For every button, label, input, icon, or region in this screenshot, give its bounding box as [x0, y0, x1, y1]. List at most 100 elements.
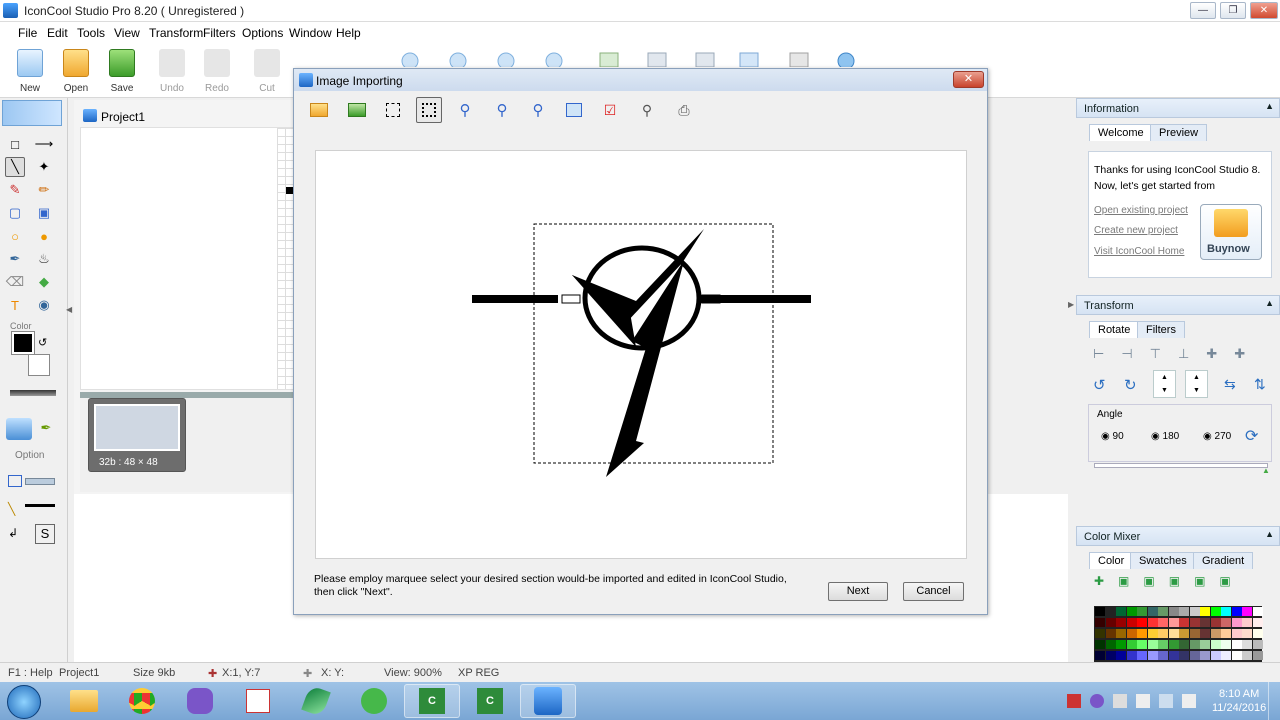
check-icon[interactable]: ☑: [597, 97, 623, 123]
marquee-tool-icon[interactable]: □: [5, 134, 25, 154]
color-swatch[interactable]: [1210, 629, 1221, 638]
image-preview-area[interactable]: [315, 150, 967, 559]
tab-swatches[interactable]: Swatches: [1130, 552, 1196, 569]
color-swatch[interactable]: [1200, 629, 1210, 638]
color-swatch[interactable]: [1189, 618, 1200, 627]
line-width-slider[interactable]: [10, 390, 56, 396]
taskbar-iconcool-icon[interactable]: [520, 684, 576, 718]
palette-tool-icon[interactable]: [6, 418, 32, 440]
color-swatch[interactable]: [1242, 640, 1252, 649]
filled-ellipse-icon[interactable]: ●: [34, 226, 54, 246]
color-swatch[interactable]: [1158, 651, 1168, 660]
color-swatch[interactable]: [1189, 651, 1200, 660]
undo-button[interactable]: Undo: [150, 49, 194, 94]
color-swatch[interactable]: [1105, 640, 1116, 649]
color-swatch[interactable]: [1095, 640, 1105, 649]
option-rect-icon[interactable]: [8, 475, 22, 487]
color-swatch[interactable]: [1252, 640, 1263, 649]
color-swatch[interactable]: [1252, 629, 1263, 638]
tab-welcome[interactable]: Welcome: [1089, 124, 1153, 141]
color-swatch[interactable]: [1126, 607, 1137, 616]
angle-270-radio[interactable]: ◉ 270: [1203, 431, 1231, 442]
menu-view[interactable]: View: [114, 26, 140, 40]
magic-wand-icon[interactable]: ✦: [34, 157, 54, 177]
ellipse-icon[interactable]: ○: [5, 226, 25, 246]
tray-viber-icon[interactable]: [1090, 694, 1104, 708]
color-swatch[interactable]: [1095, 618, 1105, 627]
fill-bucket-icon[interactable]: ♨: [34, 249, 54, 269]
color-swatch[interactable]: [1137, 651, 1147, 660]
close-button[interactable]: ✕: [1250, 2, 1278, 19]
transform-header[interactable]: Transform ▲: [1076, 295, 1280, 315]
tray-app-icon[interactable]: [1113, 694, 1127, 708]
color-swatch[interactable]: [1105, 629, 1116, 638]
color-swatch[interactable]: [1210, 607, 1221, 616]
color-swatch[interactable]: [1242, 607, 1252, 616]
information-header[interactable]: Information ▲: [1076, 98, 1280, 118]
color-swatch[interactable]: [1221, 629, 1231, 638]
dropper-tool-icon[interactable]: ✒: [36, 418, 56, 438]
color-swatch[interactable]: [1189, 607, 1200, 616]
color-swatch[interactable]: [1137, 640, 1147, 649]
pencil-icon[interactable]: ✎: [5, 180, 25, 200]
menu-tools[interactable]: Tools: [77, 26, 105, 40]
zoom-in-icon[interactable]: ⚲: [452, 97, 478, 123]
color-swatch[interactable]: [1095, 607, 1105, 616]
tray-usb-icon[interactable]: [1136, 694, 1150, 708]
option-thickness-icon[interactable]: [25, 504, 55, 507]
eraser-icon[interactable]: ⌫: [5, 272, 25, 292]
color-swatch[interactable]: [1179, 651, 1189, 660]
open-existing-project-link[interactable]: Open existing project: [1094, 205, 1188, 216]
gem-icon[interactable]: ◆: [34, 272, 54, 292]
color-swatch[interactable]: [1189, 640, 1200, 649]
color-swatch[interactable]: [1252, 618, 1263, 627]
print-icon[interactable]: ⎙: [671, 97, 697, 123]
color-swatch[interactable]: [1095, 651, 1105, 660]
tray-network-icon[interactable]: [1159, 694, 1173, 708]
color-swatch[interactable]: [1105, 651, 1116, 660]
angle-180-radio[interactable]: ◉ 180: [1151, 431, 1179, 442]
color-swatch[interactable]: [1221, 618, 1231, 627]
rotate-left-icon[interactable]: ↺: [1093, 376, 1106, 394]
color-mixer-header[interactable]: Color Mixer ▲: [1076, 526, 1280, 546]
color-swatch[interactable]: [1200, 651, 1210, 660]
rotate-right-icon[interactable]: ↻: [1124, 376, 1137, 394]
swatch-grid[interactable]: [1094, 606, 1263, 662]
menu-window[interactable]: Window: [289, 26, 332, 40]
color-swatch[interactable]: [1095, 629, 1105, 638]
taskbar-app-icon[interactable]: [230, 684, 286, 718]
color-swatch[interactable]: [1168, 640, 1179, 649]
color-swatch[interactable]: [1231, 607, 1242, 616]
color-swatch[interactable]: [1105, 618, 1116, 627]
color-swatch[interactable]: [1158, 607, 1168, 616]
move-tool-icon[interactable]: ⟶: [34, 134, 54, 154]
taskbar-explorer-icon[interactable]: [56, 684, 112, 718]
color-swatch[interactable]: [1231, 629, 1242, 638]
color-swatch[interactable]: [1137, 629, 1147, 638]
color-swatch[interactable]: [1242, 629, 1252, 638]
align-icons-row[interactable]: ⊢⊣⊤⊥✚✚: [1093, 346, 1262, 362]
save-button[interactable]: Save: [100, 49, 144, 94]
angle-90-radio[interactable]: ◉ 90: [1101, 431, 1124, 442]
color-swatch[interactable]: [1179, 607, 1189, 616]
color-swatch[interactable]: [1252, 607, 1263, 616]
maximize-button[interactable]: ❐: [1220, 2, 1246, 19]
new-button[interactable]: New: [8, 49, 52, 94]
find-icon[interactable]: ⚲: [634, 97, 660, 123]
zoom-out-icon[interactable]: ⚲: [489, 97, 515, 123]
mixer-icons-row[interactable]: ✚▣▣▣▣▣: [1094, 574, 1274, 592]
background-color-swatch[interactable]: [28, 354, 50, 376]
brush-icon[interactable]: ✏: [34, 180, 54, 200]
color-swatch[interactable]: [1126, 629, 1137, 638]
create-new-project-link[interactable]: Create new project: [1094, 225, 1178, 236]
cancel-button[interactable]: Cancel: [903, 582, 964, 601]
tools-collapse-arrow-icon[interactable]: ◀: [66, 305, 72, 314]
color-swatch[interactable]: [1221, 607, 1231, 616]
taskbar-green-app-icon[interactable]: [346, 684, 402, 718]
line-tool-icon[interactable]: ╲: [5, 157, 25, 177]
menu-filters[interactable]: Filters: [203, 26, 236, 40]
color-swatch[interactable]: [1116, 640, 1126, 649]
color-swatch[interactable]: [1147, 640, 1158, 649]
color-swatch[interactable]: [1221, 640, 1231, 649]
tool-preset-bar[interactable]: [2, 100, 62, 126]
